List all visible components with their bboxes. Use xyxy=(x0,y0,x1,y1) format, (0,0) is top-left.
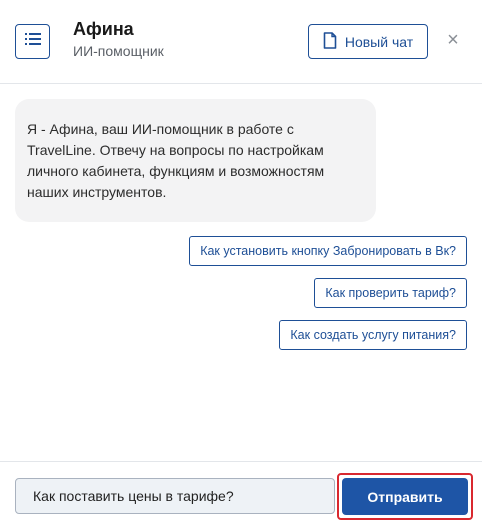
suggestion-button[interactable]: Как проверить тариф? xyxy=(314,278,467,308)
send-button[interactable]: Отправить xyxy=(342,478,468,515)
suggested-questions: Как установить кнопку Забронировать в Вк… xyxy=(189,236,467,350)
assistant-name: Афина xyxy=(73,19,134,39)
composer: Отправить xyxy=(0,461,482,528)
message-input[interactable] xyxy=(15,478,335,514)
menu-button[interactable] xyxy=(15,24,50,59)
chat-header: Афина ИИ-помощник Новый чат × xyxy=(0,0,482,84)
close-icon[interactable]: × xyxy=(444,29,462,51)
new-chat-label: Новый чат xyxy=(344,33,414,50)
suggestion-button[interactable]: Как создать услугу питания? xyxy=(279,320,467,350)
assistant-message: Я - Афина, ваш ИИ-помощник в работе с Tr… xyxy=(15,99,376,222)
document-icon xyxy=(323,31,337,52)
send-button-highlight: Отправить xyxy=(337,473,473,520)
list-icon xyxy=(24,32,41,51)
suggestion-button[interactable]: Как установить кнопку Забронировать в Вк… xyxy=(189,236,467,266)
new-chat-button[interactable]: Новый чат xyxy=(308,24,428,59)
assistant-role: ИИ-помощник xyxy=(73,43,164,59)
